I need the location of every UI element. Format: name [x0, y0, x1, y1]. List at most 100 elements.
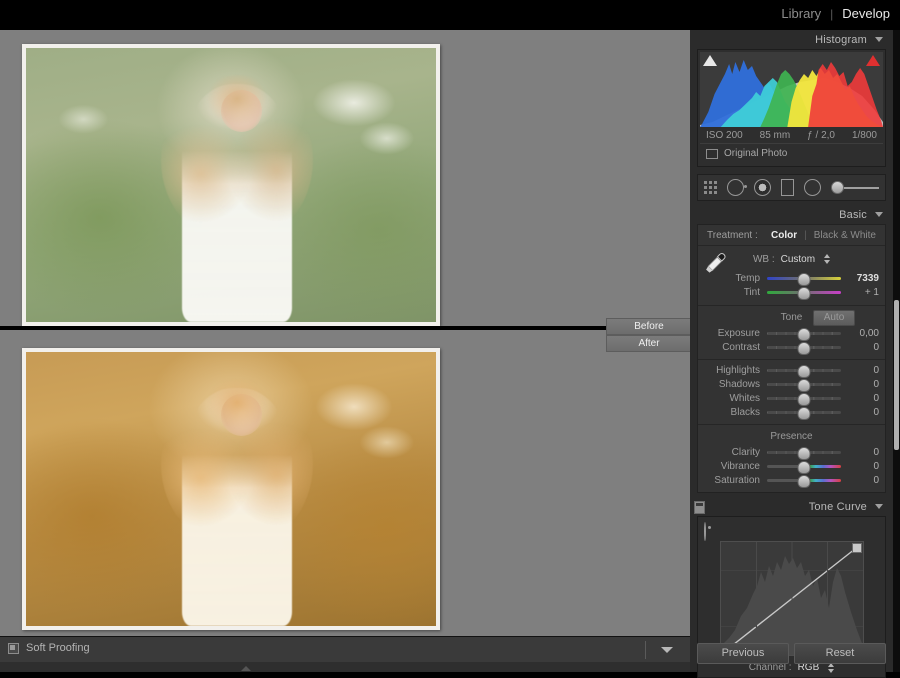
basic-panel-header[interactable]: Basic	[690, 205, 893, 224]
module-develop[interactable]: Develop	[842, 6, 890, 21]
slider-row-clarity[interactable]: Clarity 0	[698, 445, 885, 460]
slider-row-saturation[interactable]: Saturation 0	[698, 473, 885, 488]
toolbar-divider	[645, 641, 646, 659]
chevron-down-icon[interactable]	[875, 212, 883, 217]
spot-removal-icon[interactable]	[727, 179, 747, 196]
checkbox-icon[interactable]	[8, 642, 19, 654]
slider-row-exposure[interactable]: Exposure 0,00	[698, 326, 885, 341]
slider-knob-tint[interactable]	[797, 287, 811, 300]
slider-knob-temp[interactable]	[797, 273, 811, 286]
eyedropper-icon[interactable]	[704, 250, 730, 276]
slider-label-blacks: Blacks	[730, 406, 760, 418]
slider-row-highlights[interactable]: Highlights 0	[698, 363, 885, 378]
tone-curve-point-white[interactable]	[851, 543, 862, 553]
slider-value-whites[interactable]: 0	[841, 393, 879, 404]
original-photo-label: Original Photo	[724, 148, 788, 159]
graduated-filter-icon[interactable]	[781, 179, 794, 196]
wb-stepper-icon[interactable]	[824, 254, 831, 264]
previous-button[interactable]: Previous	[697, 643, 789, 664]
slider-track-saturation[interactable]	[767, 474, 841, 488]
red-eye-icon[interactable]	[754, 179, 771, 196]
module-top-bar: Library | Develop	[0, 0, 900, 30]
reset-button[interactable]: Reset	[794, 643, 886, 664]
slider-track-temp[interactable]	[767, 272, 841, 286]
slider-track-shadows[interactable]	[767, 378, 841, 392]
slider-value-vibrance[interactable]: 0	[841, 461, 879, 472]
adjustment-brush-slider[interactable]	[831, 181, 879, 194]
slider-knob-blacks[interactable]	[797, 407, 811, 420]
slider-value-blacks[interactable]: 0	[841, 407, 879, 418]
slider-row-vibrance[interactable]: Vibrance 0	[698, 459, 885, 474]
tone-section: Tone Auto Exposure 0,00 Contrast 0	[698, 306, 885, 360]
crop-grid-icon[interactable]	[704, 181, 717, 194]
slider-row-contrast[interactable]: Contrast 0	[698, 340, 885, 355]
slider-track-vibrance[interactable]	[767, 460, 841, 474]
slider-knob-contrast[interactable]	[797, 342, 811, 355]
slider-row-tint[interactable]: Tint + 1	[698, 285, 885, 300]
before-label-tag[interactable]: Before	[606, 318, 692, 335]
slider-knob-vibrance[interactable]	[797, 461, 811, 474]
slider-track-tint[interactable]	[767, 286, 841, 300]
slider-row-blacks[interactable]: Blacks 0	[698, 405, 885, 420]
brush-slider-track[interactable]	[844, 186, 879, 189]
before-photo	[26, 48, 436, 322]
slider-value-temp[interactable]: 7339	[841, 273, 879, 284]
slider-label-vibrance: Vibrance	[720, 460, 760, 472]
image-viewer-canvas[interactable]: Before After	[0, 30, 692, 636]
tone-curve-panel-header[interactable]: Tone Curve	[690, 497, 893, 516]
auto-tone-button[interactable]: Auto	[813, 310, 855, 326]
filmstrip-expand-arrow-icon[interactable]	[241, 666, 251, 671]
exif-shutter-speed: 1/800	[851, 130, 877, 141]
chevron-down-icon[interactable]	[875, 37, 883, 42]
treatment-option-bw[interactable]: Black & White	[814, 230, 876, 241]
slider-row-whites[interactable]: Whites 0	[698, 391, 885, 406]
channel-stepper-icon[interactable]	[828, 662, 835, 673]
slider-value-exposure[interactable]: 0,00	[841, 328, 879, 339]
basic-panel-body: Treatment : Color | Black & White WB : C…	[697, 224, 886, 493]
slider-value-shadows[interactable]: 0	[841, 379, 879, 390]
right-panel-scrollbar-thumb[interactable]	[894, 300, 899, 450]
slider-track-whites[interactable]	[767, 392, 841, 406]
slider-track-blacks[interactable]	[767, 406, 841, 420]
brush-slider-knob[interactable]	[831, 181, 844, 194]
after-label-tag[interactable]: After	[606, 335, 692, 352]
target-adjust-icon[interactable]	[704, 522, 706, 541]
filmstrip-collapsed-strip[interactable]	[0, 662, 690, 672]
slider-value-contrast[interactable]: 0	[841, 342, 879, 353]
slider-knob-whites[interactable]	[797, 393, 811, 406]
slider-knob-highlights[interactable]	[797, 365, 811, 378]
slider-knob-clarity[interactable]	[797, 447, 811, 460]
histogram-plot[interactable]	[700, 52, 883, 127]
radial-filter-icon[interactable]	[804, 179, 821, 196]
highlight-clipping-icon[interactable]	[866, 55, 880, 66]
before-pane[interactable]	[0, 30, 690, 326]
slider-value-tint[interactable]: + 1	[841, 287, 879, 298]
module-library[interactable]: Library	[781, 6, 821, 21]
soft-proofing-toggle[interactable]: Soft Proofing	[8, 642, 90, 654]
after-pane[interactable]	[0, 330, 690, 636]
slider-knob-exposure[interactable]	[797, 328, 811, 341]
after-photo-frame[interactable]	[22, 348, 440, 630]
slider-knob-saturation[interactable]	[797, 475, 811, 488]
curve-mode-icon[interactable]	[694, 501, 705, 514]
slider-track-highlights[interactable]	[767, 364, 841, 378]
slider-track-contrast[interactable]	[767, 341, 841, 355]
exif-aperture: ƒ / 2,0	[807, 130, 835, 141]
slider-value-highlights[interactable]: 0	[841, 365, 879, 376]
slider-track-exposure[interactable]	[767, 327, 841, 341]
slider-knob-shadows[interactable]	[797, 379, 811, 392]
slider-row-shadows[interactable]: Shadows 0	[698, 377, 885, 392]
chevron-down-icon[interactable]	[875, 504, 883, 509]
chevron-down-icon[interactable]	[661, 647, 673, 653]
treatment-separator: |	[804, 229, 807, 241]
histogram-panel-header[interactable]: Histogram	[690, 30, 893, 49]
before-photo-frame[interactable]	[22, 44, 440, 326]
slider-value-clarity[interactable]: 0	[841, 447, 879, 458]
treatment-option-color[interactable]: Color	[771, 230, 797, 241]
wb-value[interactable]: Custom	[781, 254, 815, 265]
slider-value-saturation[interactable]: 0	[841, 475, 879, 486]
slider-label-exposure: Exposure	[717, 327, 760, 339]
slider-track-clarity[interactable]	[767, 446, 841, 460]
shadow-clipping-icon[interactable]	[703, 55, 717, 66]
original-photo-row[interactable]: Original Photo	[700, 143, 883, 164]
